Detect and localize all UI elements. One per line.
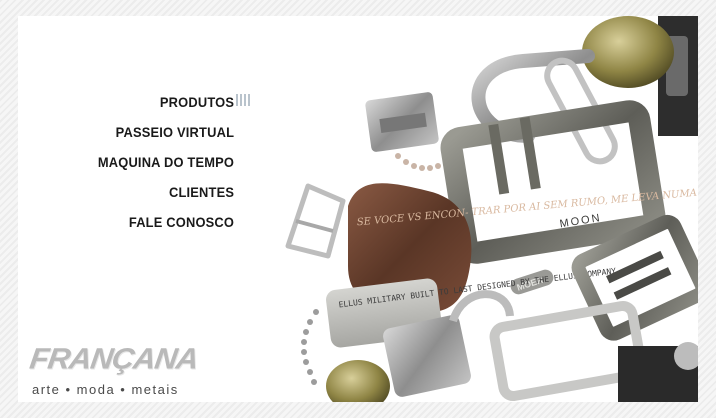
logo-wordmark: FRANÇANA — [27, 341, 201, 376]
nav-item-produtos[interactable]: PRODUTOS — [98, 87, 234, 117]
logo-tagline: arte • moda • metais — [32, 382, 179, 397]
main-nav: PRODUTOS PASSEIO VIRTUAL MAQUINA DO TEMP… — [86, 87, 234, 237]
nav-item-clientes[interactable]: CLIENTES — [98, 177, 234, 207]
main-panel: PRODUTOS PASSEIO VIRTUAL MAQUINA DO TEMP… — [18, 16, 698, 402]
nav-item-maquina-do-tempo[interactable]: MAQUINA DO TEMPO — [98, 147, 234, 177]
nav-item-fale-conosco[interactable]: FALE CONOSCO — [98, 207, 234, 237]
metal-accessories-photo: MOON SE VOCE VS ENCON- TRAR POR AI SEM R… — [285, 16, 698, 402]
nav-item-passeio-virtual[interactable]: PASSEIO VIRTUAL — [98, 117, 234, 147]
francana-logo[interactable]: FRANÇANA arte • moda • metais — [27, 341, 260, 401]
